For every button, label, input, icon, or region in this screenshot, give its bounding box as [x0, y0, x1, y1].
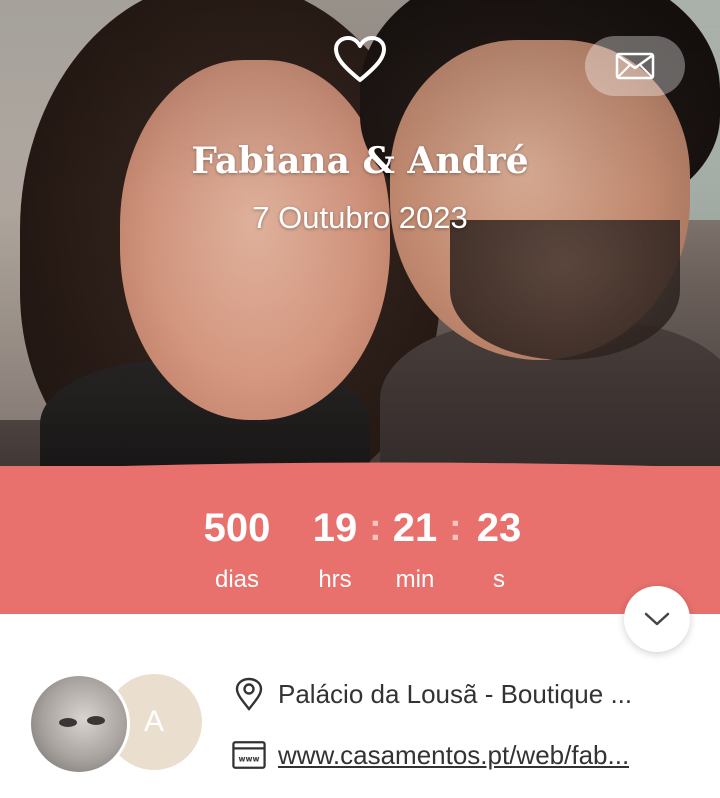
- seconds-value: 23: [476, 506, 522, 550]
- avatar-bride[interactable]: [28, 673, 130, 775]
- chevron-down-icon: [644, 612, 670, 626]
- countdown-minutes: 21 min: [383, 508, 447, 594]
- hours-value: 19: [312, 506, 358, 550]
- countdown-days: 500 dias: [187, 508, 287, 594]
- seconds-label: s: [493, 566, 505, 593]
- website-link[interactable]: www www.casamentos.pt/web/fab...: [232, 733, 702, 777]
- svg-text:www: www: [239, 755, 260, 764]
- venue-link[interactable]: Palácio da Lousã - Boutique ...: [232, 672, 702, 716]
- time-separator: :: [369, 507, 382, 549]
- wedding-date: 7 Outubro 2023: [252, 200, 468, 235]
- envelope-icon: [615, 52, 655, 80]
- days-value: 500: [203, 506, 271, 550]
- minutes-value: 21: [392, 506, 438, 550]
- venue-name: Palácio da Lousã - Boutique ...: [278, 678, 633, 709]
- location-pin-icon: [232, 677, 266, 711]
- web-browser-icon: www: [232, 738, 266, 772]
- days-label: dias: [214, 566, 260, 593]
- scroll-down-button[interactable]: [624, 586, 690, 652]
- hours-label: hrs: [318, 566, 352, 593]
- heart-outline-icon: [333, 36, 387, 84]
- countdown-seconds: 23 s: [464, 508, 534, 594]
- couple-names: Fabiana & André: [191, 140, 529, 182]
- message-button[interactable]: [585, 36, 685, 96]
- time-separator: :: [449, 507, 462, 549]
- countdown-hours: 19 hrs: [300, 508, 370, 594]
- website-url: www.casamentos.pt/web/fab...: [278, 739, 630, 770]
- minutes-label: min: [395, 566, 435, 593]
